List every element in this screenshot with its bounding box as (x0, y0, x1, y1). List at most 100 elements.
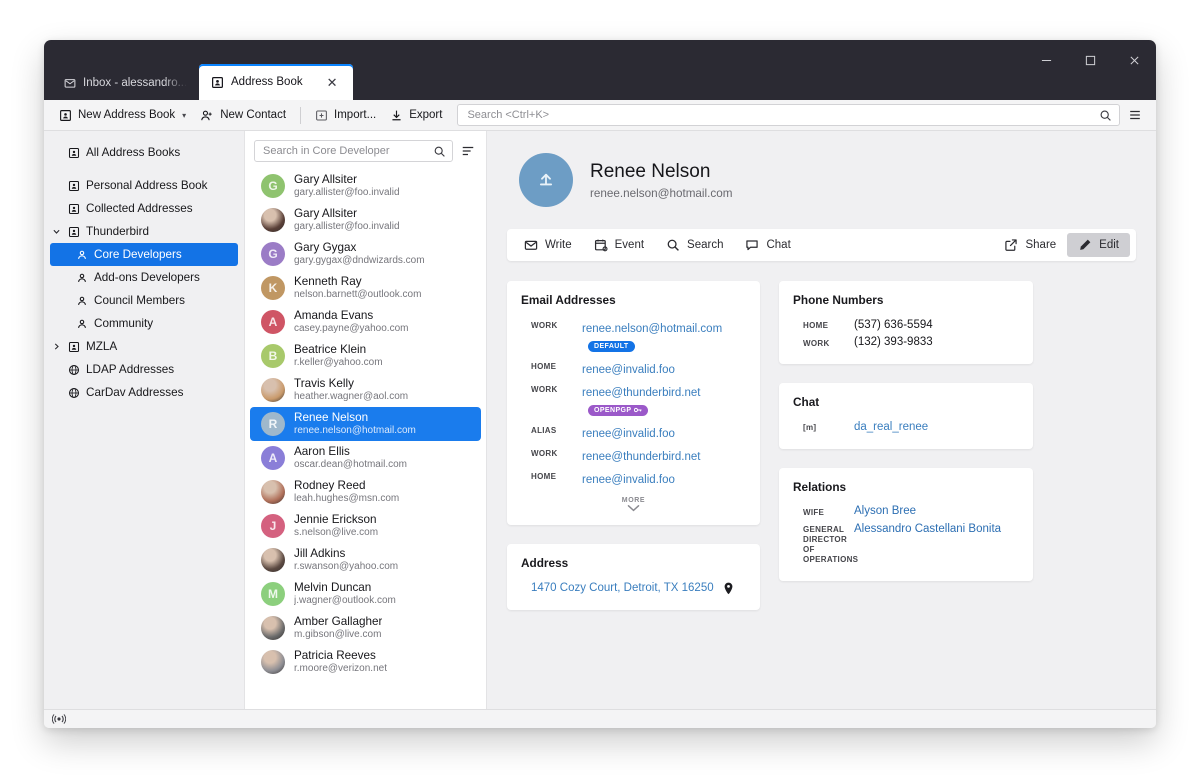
new-address-book-button[interactable]: New Address Book ▾ (52, 106, 193, 125)
search-icon[interactable] (433, 145, 446, 158)
email-value[interactable]: renee@invalid.foo (582, 428, 675, 440)
global-search-input[interactable]: Search <Ctrl+K> (457, 104, 1120, 126)
sidebar-item-core-developers[interactable]: Core Developers (50, 243, 238, 266)
list-item[interactable]: M Melvin Duncan j.wagner@outlook.com (250, 577, 481, 611)
list-item[interactable]: Jill Adkins r.swanson@yahoo.com (250, 543, 481, 577)
sort-options-button[interactable] (459, 142, 477, 160)
sidebar-item-label: Add-ons Developers (94, 271, 200, 284)
phone-label: Work (803, 338, 830, 348)
list-item[interactable]: G Gary Gygax gary.gygax@dndwizards.com (250, 237, 481, 271)
contact-info: Jill Adkins r.swanson@yahoo.com (294, 547, 398, 573)
tab-inbox[interactable]: Inbox - alessandro... (52, 65, 199, 100)
contact-name: Gary Gygax (294, 241, 357, 255)
sidebar-item-cardav-addresses[interactable]: CarDav Addresses (50, 381, 238, 404)
write-button[interactable]: Write (513, 233, 583, 257)
broadcast-icon[interactable] (52, 713, 66, 725)
sidebar-item-collected-addresses[interactable]: Collected Addresses (50, 197, 238, 220)
email-type-label: Work (531, 385, 558, 394)
event-button[interactable]: Event (583, 233, 655, 257)
list-item[interactable]: Travis Kelly heather.wagner@aol.com (250, 373, 481, 407)
sidebar-item-community[interactable]: Community (50, 312, 238, 335)
address-value[interactable]: 1470 Cozy Court, Detroit, TX 16250 (531, 582, 714, 594)
address-book-icon (68, 226, 80, 238)
search-button[interactable]: Search (655, 233, 734, 257)
contact-info: Amanda Evans casey.payne@yahoo.com (294, 309, 408, 335)
chevron-down-icon[interactable] (50, 227, 62, 236)
detail-left-column: Email Addresses Work renee.nelson@hotmail… (507, 281, 760, 610)
new-contact-button[interactable]: New Contact (193, 106, 293, 125)
chevron-down-icon (627, 504, 640, 512)
export-button[interactable]: Export (383, 106, 449, 125)
address-book-icon (59, 109, 72, 122)
sidebar-item-mzla[interactable]: MZLA (50, 335, 238, 358)
chevron-right-icon[interactable] (50, 342, 62, 351)
list-item[interactable]: K Kenneth Ray nelson.barnett@outlook.com (250, 271, 481, 305)
chat-handle[interactable]: da_real_renee (854, 421, 928, 433)
map-pin-icon[interactable] (723, 582, 734, 595)
main-toolbar: New Address Book ▾ New Contact Import...… (44, 100, 1156, 131)
minimize-button[interactable] (1024, 40, 1068, 80)
phone-value: (537) 636-5594 (854, 318, 933, 331)
contact-email: nelson.barnett@outlook.com (294, 289, 422, 300)
import-button[interactable]: Import... (308, 106, 383, 125)
email-value[interactable]: renee@thunderbird.net (582, 387, 700, 399)
maximize-button[interactable] (1068, 40, 1112, 80)
sidebar-item-label: CarDav Addresses (86, 386, 184, 399)
phone-numbers-title: Phone Numbers (793, 293, 884, 307)
relations-title: Relations (793, 479, 847, 494)
edit-button[interactable]: Edit (1067, 233, 1130, 257)
address-books-sidebar: All Address Books Personal Address Book … (44, 131, 244, 709)
list-item[interactable]: J Jennie Erickson s.nelson@live.com (250, 509, 481, 543)
list-item[interactable]: Patricia Reeves r.moore@verizon.net (250, 645, 481, 679)
email-value[interactable]: renee@thunderbird.net (582, 451, 700, 463)
contact-name: Beatrice Klein (294, 343, 367, 357)
sidebar-item-all-address-books[interactable]: All Address Books (50, 141, 238, 164)
list-item[interactable]: Amber Gallagher m.gibson@live.com (250, 611, 481, 645)
sidebar-item-label: Core Developers (94, 248, 182, 261)
contact-list[interactable]: G Gary Allsiter gary.allister@foo.invalid G… (245, 169, 486, 709)
contact-name: Jill Adkins (294, 547, 346, 561)
list-item[interactable]: Gary Allsiter gary.allister@foo.invalid (250, 203, 481, 237)
list-item[interactable]: G Gary Allsiter gary.allister@foo.invalid (250, 169, 481, 203)
close-button[interactable] (1112, 40, 1156, 80)
contact-name: Gary Allsiter (294, 207, 357, 221)
list-item[interactable]: Rodney Reed leah.hughes@msn.com (250, 475, 481, 509)
page-title: Renee Nelson (590, 161, 711, 183)
list-item[interactable]: A Amanda Evans casey.payne@yahoo.com (250, 305, 481, 339)
search-icon[interactable] (1099, 109, 1112, 122)
app-menu-button[interactable] (1120, 105, 1150, 125)
sidebar-item-ldap-addresses[interactable]: LDAP Addresses (50, 358, 238, 381)
sidebar-item-label: Collected Addresses (86, 202, 193, 215)
mail-icon (64, 77, 76, 89)
sidebar-item-personal-address-book[interactable]: Personal Address Book (50, 174, 238, 197)
chat-button[interactable]: Chat (734, 233, 801, 257)
relation-value[interactable]: Alyson Bree (854, 505, 916, 517)
email-addresses-title: Email Addresses (521, 293, 616, 307)
chat-title: Chat (793, 395, 820, 409)
avatar (261, 378, 285, 402)
sidebar-item-add-ons-developers[interactable]: Add-ons Developers (50, 266, 238, 289)
sidebar-item-label: LDAP Addresses (86, 363, 175, 376)
tab-address-book[interactable]: Address Book ✕ (199, 64, 353, 100)
email-value[interactable]: renee@invalid.foo (582, 364, 675, 376)
email-value[interactable]: renee@invalid.foo (582, 474, 675, 486)
upload-avatar-icon[interactable] (519, 153, 573, 207)
mailing-list-icon (76, 318, 88, 330)
list-item[interactable]: R Renee Nelson renee.nelson@hotmail.com (250, 407, 481, 441)
email-value[interactable]: renee.nelson@hotmail.com (582, 323, 722, 335)
list-item[interactable]: B Beatrice Klein r.keller@yahoo.com (250, 339, 481, 373)
list-item[interactable]: A Aaron Ellis oscar.dean@hotmail.com (250, 441, 481, 475)
sidebar-item-council-members[interactable]: Council Members (50, 289, 238, 312)
chevron-down-icon[interactable]: ▾ (182, 111, 186, 120)
address-book-icon (68, 341, 80, 353)
share-button[interactable]: Share (993, 233, 1067, 257)
contact-actions-toolbar: Write Event Search Chat Share Edit (507, 229, 1136, 261)
show-more-emails-button[interactable]: MORE (521, 497, 746, 512)
close-icon[interactable]: ✕ (324, 74, 341, 91)
email-row: Home renee@invalid.foo (521, 467, 746, 490)
email-value-wrap: renee@invalid.foo (582, 470, 675, 488)
relation-value[interactable]: Alessandro Castellani Bonita (854, 523, 1001, 535)
sidebar-item-thunderbird[interactable]: Thunderbird (50, 220, 238, 243)
contact-search-input[interactable]: Search in Core Developer (254, 140, 453, 162)
edit-label: Edit (1099, 239, 1119, 251)
